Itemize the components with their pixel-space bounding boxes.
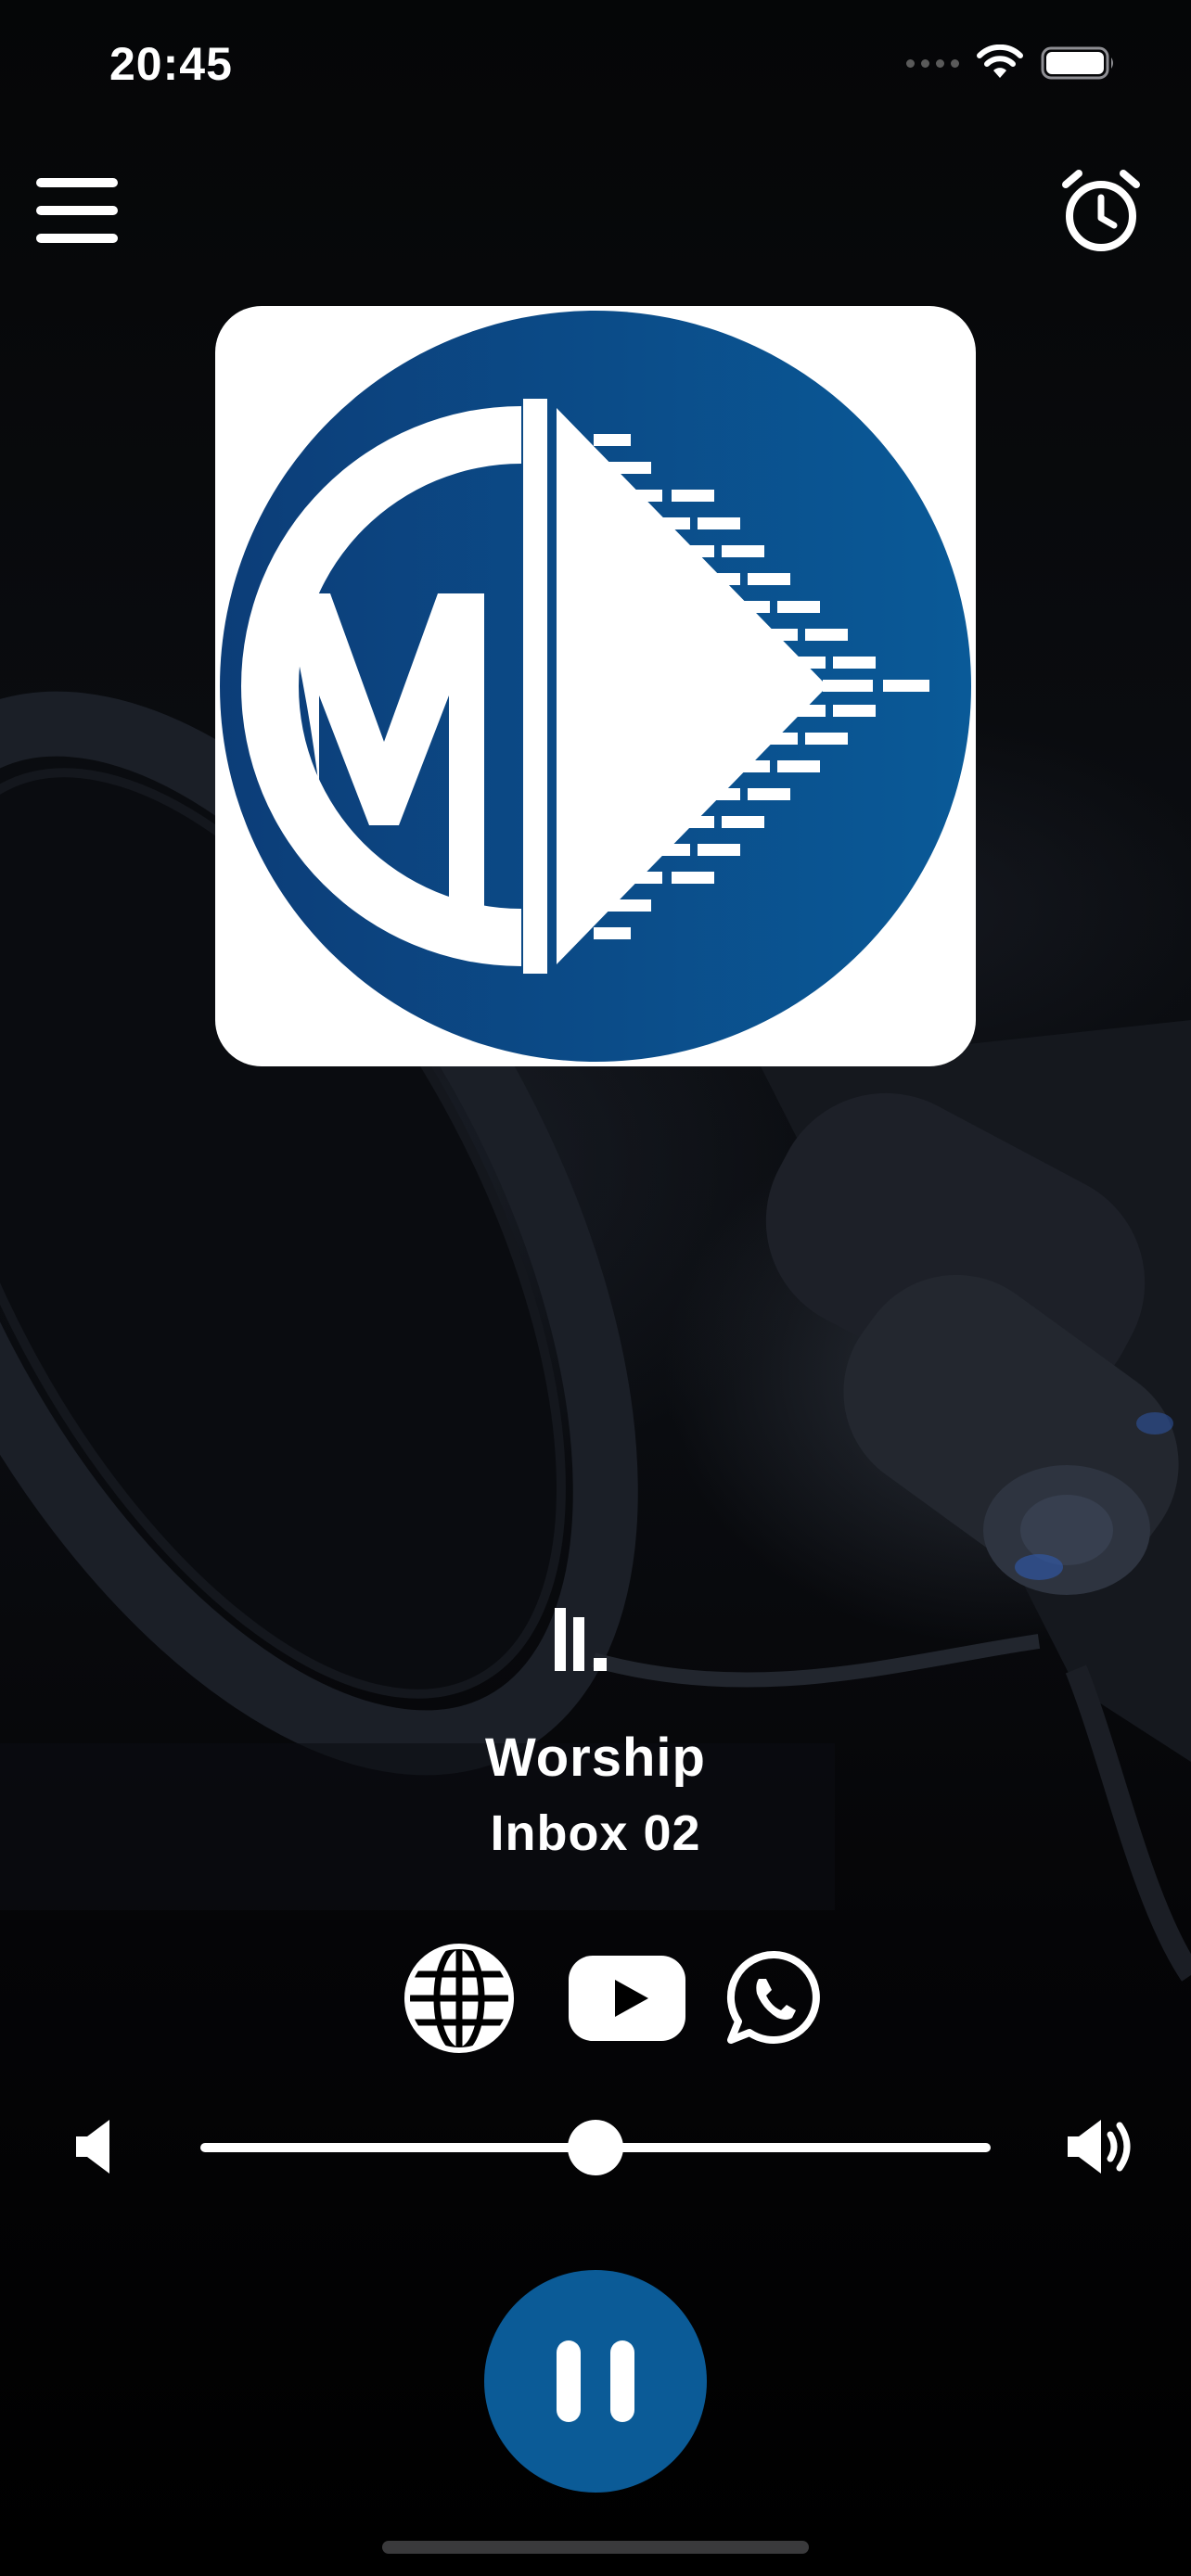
volume-low-icon bbox=[76, 2120, 109, 2174]
hamburger-menu-icon bbox=[36, 178, 118, 243]
wifi-icon bbox=[977, 45, 1023, 78]
volume-high-button[interactable] bbox=[1050, 2096, 1152, 2198]
track-title: Worship bbox=[485, 1728, 706, 1788]
whatsapp-icon bbox=[726, 1950, 820, 2044]
station-logo bbox=[215, 306, 976, 1066]
alarm-clock-icon bbox=[1062, 170, 1140, 251]
station-logo-image bbox=[220, 311, 971, 1062]
volume-slider-thumb[interactable] bbox=[568, 2120, 623, 2175]
status-time: 20:45 bbox=[109, 38, 233, 90]
equalizer-icon bbox=[555, 1608, 607, 1671]
pause-icon bbox=[542, 2340, 649, 2422]
track-subtitle: Inbox 02 bbox=[490, 1805, 701, 1861]
website-button[interactable] bbox=[399, 1938, 519, 2059]
battery-icon bbox=[1041, 46, 1113, 80]
volume-low-button[interactable] bbox=[45, 2096, 147, 2198]
volume-slider[interactable] bbox=[200, 2120, 991, 2175]
volume-high-icon bbox=[1068, 2120, 1131, 2174]
youtube-icon bbox=[569, 1956, 685, 2041]
social-links bbox=[0, 1938, 1191, 2059]
youtube-button[interactable] bbox=[567, 1938, 687, 2059]
cellular-signal-icon bbox=[906, 58, 959, 68]
whatsapp-button[interactable] bbox=[714, 1938, 835, 2059]
volume-control bbox=[0, 2096, 1191, 2198]
menu-button[interactable] bbox=[26, 159, 128, 261]
status-bar: 20:45 bbox=[0, 0, 1191, 130]
player-screen: 20:45 Worship Inbox 02 bbox=[0, 0, 1191, 2576]
globe-icon bbox=[404, 1943, 514, 2054]
pause-button[interactable] bbox=[484, 2270, 707, 2493]
status-icons bbox=[906, 45, 1117, 82]
home-indicator[interactable] bbox=[382, 2541, 809, 2554]
alarm-button[interactable] bbox=[1050, 159, 1152, 261]
